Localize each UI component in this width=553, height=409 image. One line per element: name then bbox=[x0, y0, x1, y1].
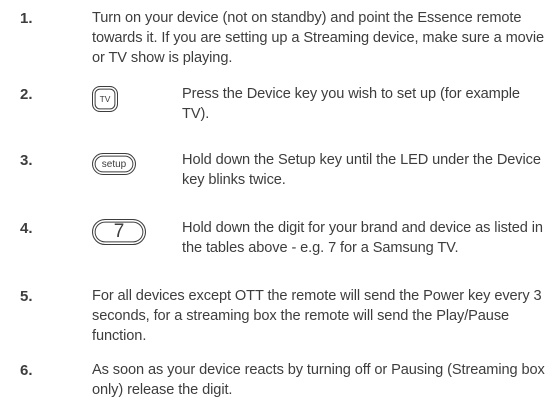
step-number: 4. bbox=[20, 220, 33, 237]
step-number: 1. bbox=[20, 10, 33, 27]
step-text: Hold down the Setup key until the LED un… bbox=[182, 152, 541, 188]
digit-key-label: 7 bbox=[113, 221, 125, 242]
setup-key-label: setup bbox=[101, 158, 127, 170]
setup-key-icon: setup bbox=[92, 153, 136, 175]
step-number: 2. bbox=[20, 86, 33, 103]
step-number: 5. bbox=[20, 288, 33, 305]
step-text: As soon as your device reacts by turning… bbox=[92, 362, 545, 398]
digit-key-icon: 7 bbox=[92, 219, 146, 245]
step-text: Press the Device key you wish to set up … bbox=[182, 86, 520, 122]
tv-key-label: TV bbox=[99, 94, 111, 104]
step-text: For all devices except OTT the remote wi… bbox=[92, 288, 542, 344]
step-text: Hold down the digit for your brand and d… bbox=[182, 220, 543, 256]
step-text: Turn on your device (not on standby) and… bbox=[92, 10, 545, 66]
step-number: 3. bbox=[20, 152, 33, 169]
tv-key-icon: TV bbox=[92, 86, 118, 112]
step-number: 6. bbox=[20, 362, 33, 379]
